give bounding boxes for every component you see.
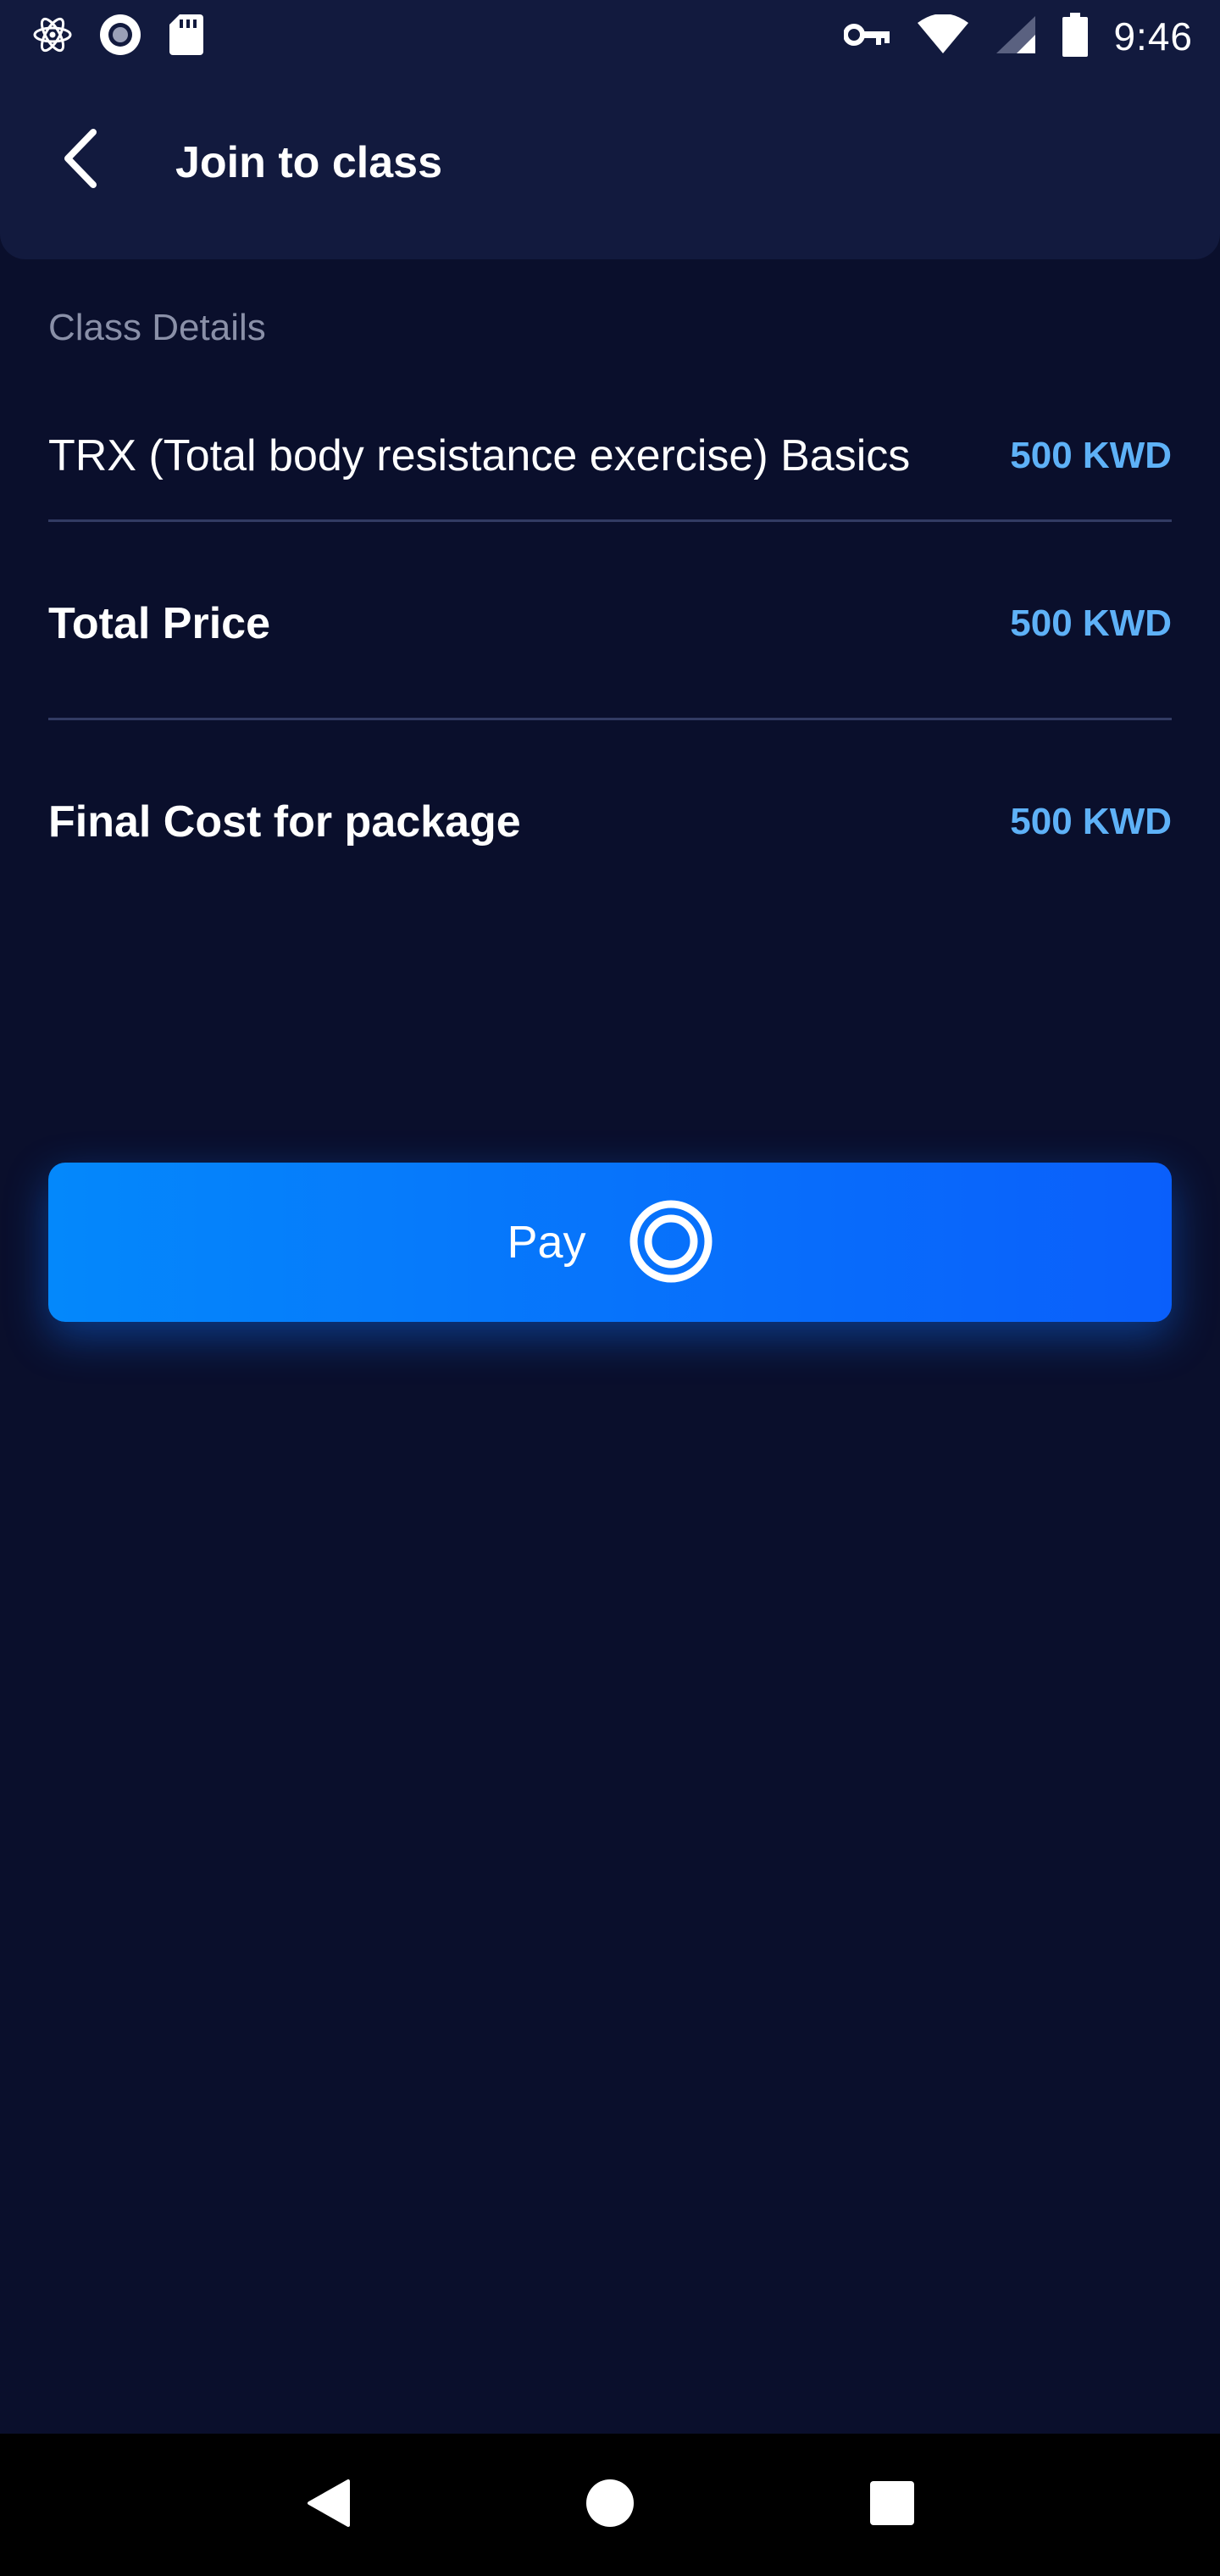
chevron-left-icon [61, 128, 100, 192]
record-icon [98, 13, 142, 61]
nav-home-button[interactable] [572, 2467, 648, 2543]
nav-back-icon [304, 2478, 352, 2533]
pay-button[interactable]: Pay [48, 1163, 1172, 1322]
class-price: 500 KWD [1010, 435, 1172, 476]
pay-button-label: Pay [507, 1217, 586, 1268]
nav-recents-button[interactable] [854, 2467, 930, 2543]
status-time: 9:46 [1113, 14, 1193, 58]
status-right-icons: 9:46 [843, 12, 1193, 61]
react-icon [32, 13, 73, 61]
status-left-icons [32, 13, 205, 61]
final-cost-label: Final Cost for package [48, 797, 521, 847]
battery-icon [1062, 12, 1089, 61]
nav-home-icon [585, 2479, 635, 2532]
app-bar: Join to class [0, 73, 1220, 259]
final-cost-value: 500 KWD [1010, 801, 1172, 842]
total-price-value: 500 KWD [1010, 602, 1172, 644]
divider [48, 718, 1172, 720]
total-price-row: Total Price 500 KWD [48, 591, 1172, 656]
back-button[interactable] [42, 122, 119, 198]
nav-back-button[interactable] [290, 2467, 366, 2543]
vpn-key-icon [843, 21, 891, 53]
total-price-label: Total Price [48, 599, 271, 648]
screen: 9:46 Join to class Class Details TRX (To… [0, 0, 1220, 2576]
target-ring-icon [629, 1199, 713, 1286]
nav-recents-icon [869, 2480, 915, 2530]
class-name: TRX (Total body resistance exercise) Bas… [48, 431, 911, 480]
cell-signal-icon [995, 14, 1037, 59]
divider [48, 519, 1172, 522]
status-bar: 9:46 [0, 0, 1220, 73]
final-cost-row: Final Cost for package 500 KWD [48, 790, 1172, 854]
page-title: Join to class [175, 138, 442, 187]
section-label-class-details: Class Details [48, 307, 266, 348]
sd-card-icon [168, 13, 205, 61]
class-row: TRX (Total body resistance exercise) Bas… [48, 424, 1172, 488]
header-panel: 9:46 Join to class [0, 0, 1220, 259]
system-nav-bar [0, 2434, 1220, 2576]
wifi-icon [917, 13, 969, 59]
